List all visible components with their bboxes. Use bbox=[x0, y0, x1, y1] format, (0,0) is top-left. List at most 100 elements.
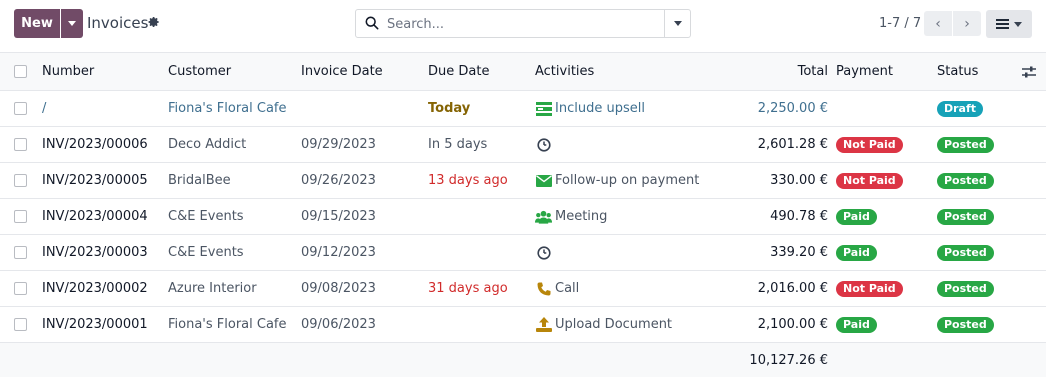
search-bar bbox=[355, 9, 691, 38]
status-badge: Posted bbox=[937, 316, 994, 333]
column-header-customer[interactable]: Customer bbox=[168, 53, 231, 90]
status-badge: Posted bbox=[937, 136, 994, 153]
invoice-date: 09/06/2023 bbox=[301, 317, 376, 332]
invoice-total: 330.00 € bbox=[770, 173, 828, 188]
invoice-date: 09/12/2023 bbox=[301, 245, 376, 260]
due-date: In 5 days bbox=[428, 137, 488, 152]
invoice-date: 09/08/2023 bbox=[301, 281, 376, 296]
activity-summary: Call bbox=[555, 281, 580, 296]
invoice-date: 09/29/2023 bbox=[301, 137, 376, 152]
table-row[interactable]: INV/2023/00002 Azure Interior 09/08/2023… bbox=[0, 271, 1046, 307]
table-row[interactable]: INV/2023/00003 C&E Events 09/12/2023 339… bbox=[0, 235, 1046, 271]
chevron-left-icon: ‹ bbox=[935, 15, 941, 32]
pager-value[interactable]: 1-7 / 7 bbox=[879, 16, 921, 31]
column-header-activities[interactable]: Activities bbox=[535, 53, 594, 90]
column-header-invoice-date[interactable]: Invoice Date bbox=[301, 53, 383, 90]
chevron-right-icon: › bbox=[964, 15, 970, 32]
table-row[interactable]: INV/2023/00001 Fiona's Floral Cafe 09/06… bbox=[0, 307, 1046, 343]
activity-widget[interactable]: Include upsell bbox=[535, 91, 645, 126]
search-input[interactable] bbox=[387, 14, 657, 34]
payment-badge: Not Paid bbox=[836, 280, 903, 297]
caret-down-icon bbox=[1014, 21, 1022, 27]
new-dropdown-button[interactable] bbox=[61, 9, 83, 38]
invoice-total: 2,601.28 € bbox=[757, 137, 828, 152]
view-switcher-button[interactable] bbox=[986, 10, 1032, 38]
row-checkbox[interactable] bbox=[14, 210, 27, 223]
status-badge: Posted bbox=[937, 172, 994, 189]
customer-name: C&E Events bbox=[168, 209, 244, 224]
column-header-status[interactable]: Status bbox=[937, 53, 978, 90]
pager-previous-button[interactable]: ‹ bbox=[924, 11, 952, 36]
column-header-due-date[interactable]: Due Date bbox=[428, 53, 489, 90]
status-badge: Posted bbox=[937, 244, 994, 261]
invoice-total: 2,100.00 € bbox=[757, 317, 828, 332]
invoice-number: INV/2023/00005 bbox=[42, 173, 148, 188]
invoice-table: Number Customer Invoice Date Due Date Ac… bbox=[0, 52, 1046, 377]
invoice-total: 2,250.00 € bbox=[757, 101, 828, 116]
invoice-number: / bbox=[42, 101, 47, 116]
phone-icon bbox=[535, 282, 552, 296]
upsell-icon bbox=[535, 101, 552, 116]
payment-badge: Not Paid bbox=[836, 172, 903, 189]
invoice-number: INV/2023/00004 bbox=[42, 209, 148, 224]
table-header: Number Customer Invoice Date Due Date Ac… bbox=[0, 53, 1046, 91]
payment-badge: Paid bbox=[836, 316, 877, 333]
row-checkbox[interactable] bbox=[14, 102, 27, 115]
new-button[interactable]: New bbox=[14, 9, 60, 38]
upload-icon bbox=[535, 317, 552, 332]
gear-icon[interactable] bbox=[148, 16, 160, 28]
pager-next-button[interactable]: › bbox=[953, 11, 981, 36]
grand-total: 10,127.26 € bbox=[749, 352, 828, 368]
customer-name: BridalBee bbox=[168, 173, 231, 188]
invoice-date: 09/15/2023 bbox=[301, 209, 376, 224]
row-checkbox[interactable] bbox=[14, 246, 27, 259]
activity-summary: Upload Document bbox=[555, 317, 673, 332]
activity-widget[interactable]: Meeting bbox=[535, 199, 607, 234]
search-options-toggle[interactable] bbox=[664, 10, 690, 37]
activity-widget[interactable] bbox=[535, 127, 555, 162]
status-badge: Draft bbox=[937, 100, 984, 117]
search-icon bbox=[365, 16, 379, 30]
table-row[interactable]: / Fiona's Floral Cafe Today Include upse… bbox=[0, 91, 1046, 127]
status-badge: Posted bbox=[937, 208, 994, 225]
due-date: 31 days ago bbox=[428, 281, 508, 296]
envelope-icon bbox=[535, 174, 552, 188]
select-all-checkbox[interactable] bbox=[14, 65, 27, 78]
invoice-number: INV/2023/00003 bbox=[42, 245, 148, 260]
column-header-number[interactable]: Number bbox=[42, 53, 94, 90]
activity-widget[interactable]: Follow-up on payment bbox=[535, 163, 699, 198]
activity-summary: Follow-up on payment bbox=[555, 173, 700, 188]
payment-badge: Paid bbox=[836, 244, 877, 261]
optional-columns-icon[interactable] bbox=[1022, 66, 1036, 78]
table-row[interactable]: INV/2023/00005 BridalBee 09/26/2023 13 d… bbox=[0, 163, 1046, 199]
row-checkbox[interactable] bbox=[14, 282, 27, 295]
row-checkbox[interactable] bbox=[14, 138, 27, 151]
activity-summary: Include upsell bbox=[555, 101, 645, 116]
activity-widget[interactable]: Call bbox=[535, 271, 579, 306]
invoice-number: INV/2023/00001 bbox=[42, 317, 148, 332]
invoice-total: 490.78 € bbox=[770, 209, 828, 224]
activity-widget[interactable] bbox=[535, 235, 555, 270]
table-footer: 10,127.26 € bbox=[0, 343, 1046, 377]
clock-icon bbox=[535, 245, 552, 260]
invoice-total: 2,016.00 € bbox=[757, 281, 828, 296]
activity-summary: Meeting bbox=[555, 209, 608, 224]
table-row[interactable]: INV/2023/00006 Deco Addict 09/29/2023 In… bbox=[0, 127, 1046, 163]
due-date: 13 days ago bbox=[428, 173, 508, 188]
column-header-payment[interactable]: Payment bbox=[836, 53, 893, 90]
row-checkbox[interactable] bbox=[14, 318, 27, 331]
customer-name: Fiona's Floral Cafe bbox=[168, 317, 287, 332]
caret-down-icon bbox=[673, 21, 682, 26]
row-checkbox[interactable] bbox=[14, 174, 27, 187]
invoice-number: INV/2023/00006 bbox=[42, 137, 148, 152]
customer-name: Fiona's Floral Cafe bbox=[168, 101, 287, 116]
users-icon bbox=[535, 210, 552, 224]
invoice-total: 339.20 € bbox=[770, 245, 828, 260]
customer-name: C&E Events bbox=[168, 245, 244, 260]
status-badge: Posted bbox=[937, 280, 994, 297]
page-title: Invoices bbox=[87, 14, 149, 32]
activity-widget[interactable]: Upload Document bbox=[535, 307, 672, 342]
table-row[interactable]: INV/2023/00004 C&E Events 09/15/2023 Mee… bbox=[0, 199, 1046, 235]
due-date: Today bbox=[428, 101, 471, 116]
column-header-total[interactable]: Total bbox=[798, 53, 828, 90]
